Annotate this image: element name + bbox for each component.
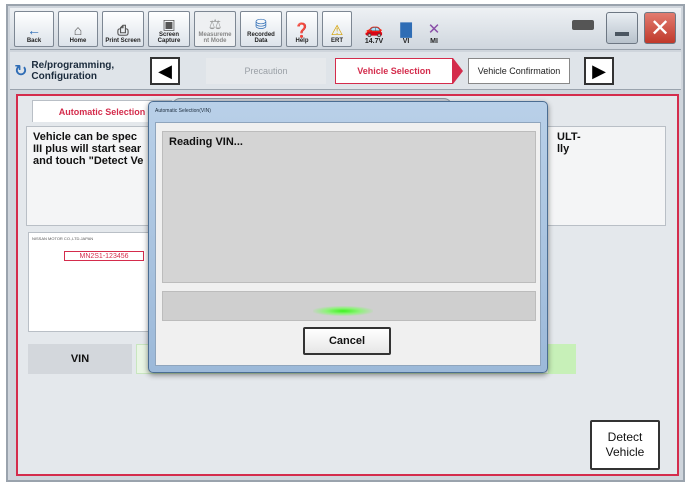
battery-icon [572, 20, 594, 30]
vin-plate-sample-image: NISSAN MOTOR CO.,LTD.JAPAN MN2S1-123456 [28, 232, 158, 332]
dialog-title: Automatic Selection(VIN) [155, 108, 211, 114]
vin-status-indicator [548, 344, 576, 374]
print-screen-button[interactable]: ⎙ Print Screen [102, 11, 144, 47]
back-label: Back [26, 38, 42, 44]
nav-back-button[interactable]: ◀ [150, 57, 180, 85]
active-step-arrow [453, 58, 463, 84]
vin-plate-highlight: MN2S1-123456 [64, 251, 144, 261]
measurement-mode-label: Measureme nt Mode [198, 32, 232, 44]
car-icon: 🚗 [364, 21, 384, 38]
progress-indicator [313, 306, 373, 316]
measurement-mode-button[interactable]: ⚖ Measureme nt Mode [194, 11, 236, 47]
dialog-body: Reading VIN... Cancel [155, 122, 541, 366]
screen-capture-button[interactable]: ▣ Screen Capture [148, 11, 190, 47]
home-button[interactable]: ⌂ Home [58, 11, 98, 47]
close-button[interactable]: ✕ [644, 12, 676, 44]
ert-button[interactable]: ⚠ ERT [322, 11, 352, 47]
screen-capture-label: Screen Capture [157, 32, 181, 44]
printer-icon: ⎙ [117, 22, 129, 38]
camera-icon: ▣ [162, 16, 176, 32]
vin-label: VIN [28, 344, 132, 374]
signal-icon: ▇ [400, 21, 412, 38]
recorded-data-label: Recorded Data [247, 32, 275, 44]
help-label: Help [295, 38, 309, 44]
instruction-text-right: ULT- lly [557, 131, 581, 155]
nav-title: ↻ Re/programming, Configuration [14, 56, 144, 86]
voltage-label: 14.7V [364, 38, 384, 45]
progress-bar [162, 291, 536, 321]
mi-indicator: ✕ MI [422, 11, 446, 47]
vi-label: VI [402, 38, 410, 45]
help-button[interactable]: ❓ Help [286, 11, 318, 47]
step-vehicle-confirmation: Vehicle Confirmation [468, 58, 570, 84]
recorded-data-icon: ⛁ [255, 16, 267, 32]
minimize-icon [615, 32, 629, 36]
status-message: Reading VIN... [162, 131, 536, 283]
toolbar: ← Back ⌂ Home ⎙ Print Screen ▣ Screen Ca… [10, 8, 681, 50]
back-button[interactable]: ← Back [14, 11, 54, 47]
minimize-button[interactable] [606, 12, 638, 44]
vehicle-voltage-indicator: 🚗 14.7V [358, 11, 390, 47]
reading-vin-dialog: Automatic Selection(VIN) Reading VIN... … [148, 101, 548, 373]
print-screen-label: Print Screen [105, 38, 141, 44]
step-vehicle-selection: Vehicle Selection [335, 58, 453, 84]
mi-label: MI [430, 38, 438, 45]
meter-icon: ⚖ [208, 16, 222, 32]
recorded-data-button[interactable]: ⛁ Recorded Data [240, 11, 282, 47]
help-icon: ❓ [293, 22, 311, 38]
nav-title-label: Re/programming, Configuration [31, 60, 115, 82]
vin-plate-maker: NISSAN MOTOR CO.,LTD.JAPAN [32, 236, 94, 241]
triangle-right-icon: ▶ [592, 60, 606, 81]
vi-indicator: ▇ VI [394, 11, 418, 47]
navigation-row: ↻ Re/programming, Configuration ◀ Precau… [10, 52, 681, 90]
mi-x-icon: ✕ [427, 21, 441, 38]
warning-icon: ⚠ [330, 22, 344, 38]
triangle-left-icon: ◀ [158, 60, 172, 81]
home-label: Home [69, 38, 87, 44]
step-precaution: Precaution [206, 58, 326, 84]
ert-label: ERT [331, 38, 343, 44]
home-icon: ⌂ [73, 22, 83, 38]
close-icon: ✕ [649, 14, 671, 42]
reprogramming-icon: ↻ [14, 62, 28, 80]
cancel-button[interactable]: Cancel [303, 327, 391, 355]
back-arrow-icon: ← [27, 22, 41, 38]
nav-next-button[interactable]: ▶ [584, 57, 614, 85]
detect-vehicle-button[interactable]: Detect Vehicle [590, 420, 660, 470]
